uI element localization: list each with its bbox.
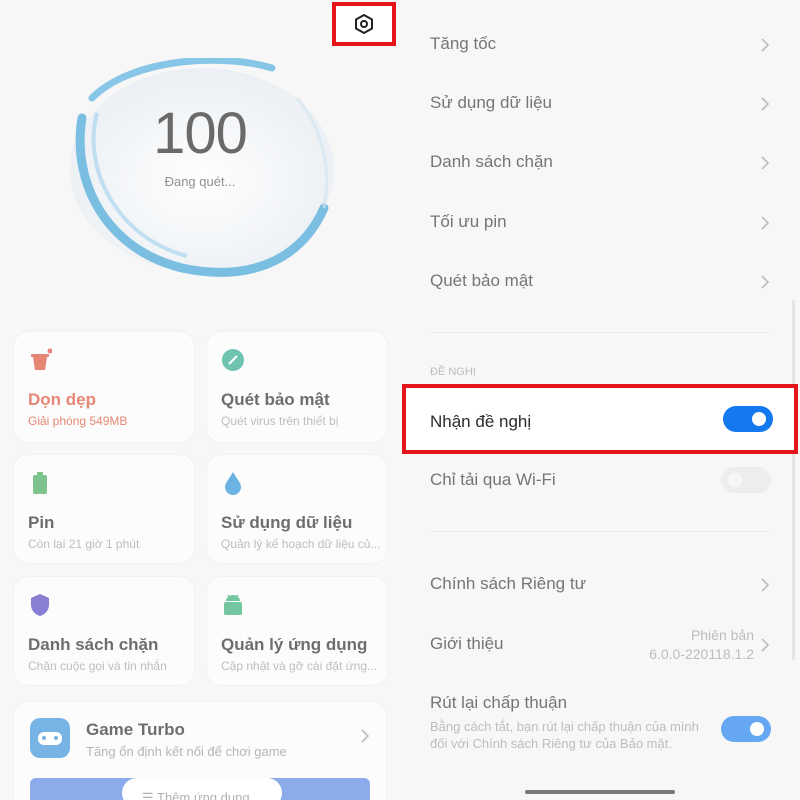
android-icon [224,594,242,615]
divider [430,332,770,333]
battery-card[interactable]: Pin Còn lại 21 giờ 1 phút [14,455,194,563]
toggle-knob [752,412,766,426]
settings-button[interactable] [332,2,396,46]
app-manager-card[interactable]: Quản lý ứng dụng Cập nhật và gỡ cài đặt … [207,577,387,685]
chevron-right-icon [761,156,770,170]
water-drop-icon [225,472,241,495]
version-info: Phiên bản 6.0.0-220118.1.2 [649,626,754,664]
data-usage-card[interactable]: Sử dụng dữ liệu Quản lý kế hoạch dữ liệu… [207,455,387,563]
gear-icon [355,13,373,35]
security-home-panel: 100 Đang quét... Dọn dẹp Giải phóng 549M… [0,0,400,800]
revoke-consent-label: Rút lại chấp thuận [430,693,568,712]
home-indicator [525,790,675,794]
recommendations-toggle[interactable] [723,406,773,432]
game-turbo-subtitle: Tăng ổn định kết nối để chơi game [86,744,287,759]
chevron-right-icon [361,729,370,743]
section-header: ĐỀ NGHỊ [430,366,476,378]
game-turbo-card[interactable]: Game Turbo Tăng ổn định kết nối để chơi … [14,702,386,800]
blocklist-card[interactable]: Danh sách chặn Chặn cuộc gọi và tin nhắn [14,577,194,685]
revoke-consent-row[interactable]: Rút lại chấp thuận [430,683,770,723]
recommendations-row[interactable]: Nhận đề nghị [402,384,798,454]
toggle-knob [750,722,764,736]
version-number: 6.0.0-220118.1.2 [649,646,754,662]
settings-item-security-scan[interactable]: Quét bảo mật [430,261,770,301]
recommendations-label: Nhận đề nghị [430,412,532,431]
game-turbo-title: Game Turbo [86,720,185,739]
shield-icon [31,594,49,616]
settings-item-label: Tăng tốc [430,34,497,53]
scan-score-blob [70,58,334,277]
settings-item-label: Sử dụng dữ liệu [430,93,553,112]
card-subtitle: Quản lý kế hoạch dữ liệu củ... [221,537,381,551]
revoke-consent-toggle[interactable] [721,716,771,742]
trash-bin-icon [31,348,52,370]
settings-item-label: Quét bảo mật [430,271,534,290]
settings-item-boost[interactable]: Tăng tốc [430,24,770,64]
gamepad-icon [30,718,70,758]
chevron-right-icon [761,638,770,652]
settings-item-blocklist[interactable]: Danh sách chặn [430,142,770,182]
toggle-knob [728,473,742,487]
settings-item-label: Danh sách chặn [430,152,553,171]
security-score: 100 [153,101,248,166]
chevron-right-icon [761,38,770,52]
privacy-policy-label: Chính sách Riêng tư [430,574,586,593]
scan-status: Đang quét... [164,174,236,189]
card-title: Danh sách chặn [28,635,159,654]
chevron-right-icon [761,97,770,111]
card-title: Quản lý ứng dụng [221,635,368,654]
settings-item-data-usage[interactable]: Sử dụng dữ liệu [430,83,770,123]
chevron-right-icon [761,275,770,289]
add-app-label: ☰ Thêm ứng dụng [142,790,250,800]
card-subtitle: Cập nhật và gỡ cài đặt ứng... [221,659,377,673]
battery-icon [33,472,47,494]
chevron-right-icon [761,578,770,592]
settings-item-battery[interactable]: Tối ưu pin [430,202,770,242]
security-scan-card[interactable]: Quét bảo mật Quét virus trên thiết bị [207,332,387,442]
about-label: Giới thiệu [430,634,504,653]
card-title: Pin [28,513,55,532]
cleaner-card[interactable]: Dọn dẹp Giải phóng 549MB [14,332,194,442]
card-subtitle: Quét virus trên thiết bị [221,414,339,428]
revoke-consent-description: Bằng cách tắt, bạn rút lại chấp thuận củ… [430,719,699,751]
scrollbar[interactable] [792,300,795,660]
version-label: Phiên bản [690,627,754,643]
card-title: Sử dụng dữ liệu [221,513,353,532]
card-subtitle: Chặn cuộc gọi và tin nhắn [28,659,167,673]
wifi-only-toggle[interactable] [721,467,771,493]
card-subtitle: Còn lại 21 giờ 1 phút [28,537,140,551]
settings-item-label: Tối ưu pin [430,212,507,231]
chevron-right-icon [761,216,770,230]
divider [430,531,770,532]
security-scan-icon [222,349,244,371]
card-title: Dọn dẹp [28,390,96,409]
privacy-policy-row[interactable]: Chính sách Riêng tư [430,564,770,604]
wifi-only-row[interactable]: Chỉ tải qua Wi-Fi [430,460,770,500]
card-subtitle: Giải phóng 549MB [28,414,128,428]
card-title: Quét bảo mật [221,390,330,409]
wifi-only-label: Chỉ tải qua Wi-Fi [430,470,556,489]
